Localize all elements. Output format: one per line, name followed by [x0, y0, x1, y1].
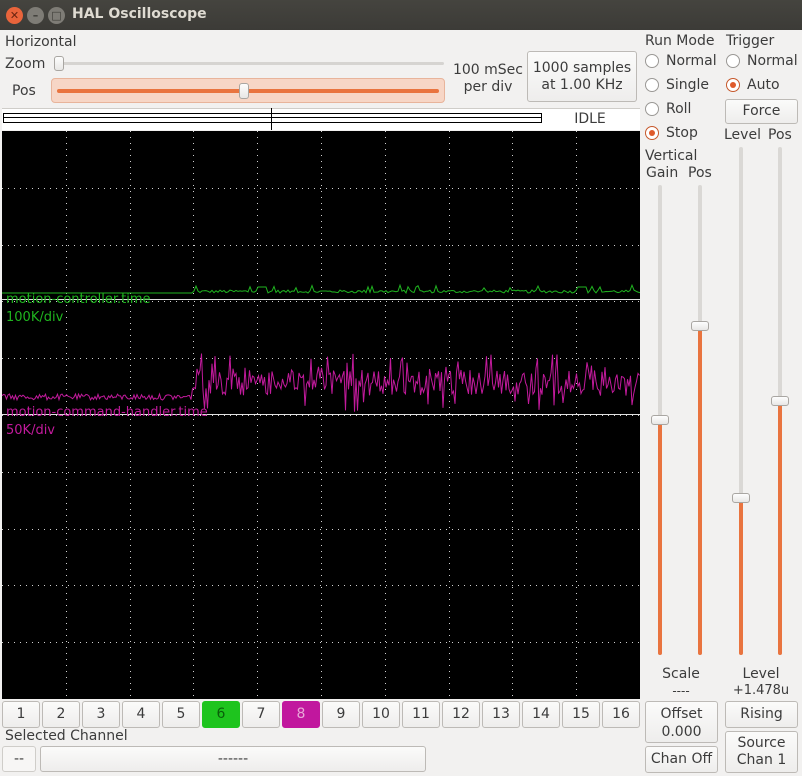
force-button[interactable]: Force	[725, 99, 798, 124]
time-per-div: 100 mSec per div	[448, 62, 528, 96]
run-mode-option-label[interactable]: Stop	[666, 125, 698, 141]
zoom-label: Zoom	[5, 56, 46, 72]
run-mode-option-label[interactable]: Single	[666, 77, 709, 93]
run-mode-radio-roll[interactable]	[645, 102, 659, 116]
channel-button-10[interactable]: 10	[362, 701, 400, 728]
time-per-div-unit: per div	[463, 79, 513, 95]
horizontal-pos-slider[interactable]	[51, 78, 445, 103]
trace-label-controller: motion-controller.time	[6, 292, 151, 307]
gain-slider[interactable]	[651, 185, 669, 655]
channel-button-6[interactable]: 6	[202, 701, 240, 728]
gainFill-level	[658, 420, 662, 655]
record-buffer-line	[3, 117, 542, 118]
vposKnob-handle[interactable]	[691, 321, 709, 331]
trace-label-command-handler: motion-command-handler.time	[6, 405, 208, 420]
channel-button-16[interactable]: 16	[602, 701, 640, 728]
record-buffer	[3, 113, 542, 123]
channel-button-1[interactable]: 1	[2, 701, 40, 728]
gain-label: Gain	[646, 165, 679, 181]
record-cursor	[271, 108, 272, 130]
trace-scale-controller: 100K/div	[6, 310, 64, 325]
time-per-div-value: 100 mSec	[452, 62, 523, 78]
channel-button-8[interactable]: 8	[282, 701, 320, 728]
gainKnob-handle[interactable]	[651, 415, 669, 425]
channel-button-15[interactable]: 15	[562, 701, 600, 728]
vertical-pos-label: Pos	[688, 165, 712, 181]
selected-channel-number: --	[2, 746, 36, 772]
zoom-slider[interactable]	[54, 56, 444, 71]
trigger-source-value: Chan 1	[736, 752, 787, 768]
channel-button-7[interactable]: 7	[242, 701, 280, 728]
channel-button-2[interactable]: 2	[42, 701, 80, 728]
run-mode-label: Run Mode	[645, 33, 715, 49]
offset-label: Offset	[660, 706, 703, 722]
trigger-level-value: +1.478u	[732, 683, 790, 698]
edge-button[interactable]: Rising	[725, 701, 798, 728]
trigger-pos-label: Pos	[768, 127, 792, 143]
trigger-radio-normal[interactable]	[726, 54, 740, 68]
channel-button-4[interactable]: 4	[122, 701, 160, 728]
scope-status: IDLE	[574, 111, 606, 127]
channel-button-12[interactable]: 12	[442, 701, 480, 728]
minimize-icon[interactable]: –	[27, 7, 44, 24]
vertical-pos-slider[interactable]	[691, 185, 709, 655]
trigger-pos-slider[interactable]	[771, 147, 789, 655]
offset-value: 0.000	[661, 724, 702, 740]
selected-channel-button[interactable]: ------	[40, 746, 426, 772]
horizontal-group-label: Horizontal	[5, 34, 77, 50]
run-mode-radio-single[interactable]	[645, 78, 659, 92]
samples-rate: at 1.00 KHz	[541, 77, 623, 93]
vposFill-level	[698, 326, 702, 655]
trigger-option-label[interactable]: Normal	[747, 53, 798, 69]
selected-channel-label: Selected Channel	[5, 728, 128, 744]
samples-count: 1000 samples	[532, 60, 632, 76]
trace-scale-command-handler: 50K/div	[6, 423, 56, 438]
trigger-level-value-label: Level	[742, 666, 780, 682]
samples-button[interactable]: 1000 samples at 1.00 KHz	[527, 51, 637, 102]
close-icon[interactable]: ✕	[6, 7, 23, 24]
run-mode-option-label[interactable]: Normal	[666, 53, 717, 69]
tlevKnob-handle[interactable]	[732, 492, 750, 503]
scope-display[interactable]: motion-controller.time 100K/div motion-c…	[2, 131, 640, 699]
maximize-icon[interactable]: □	[48, 7, 65, 24]
channel-button-9[interactable]: 9	[322, 701, 360, 728]
vertical-label: Vertical	[645, 148, 698, 164]
scale-label: Scale	[662, 666, 700, 682]
channel-button-5[interactable]: 5	[162, 701, 200, 728]
run-mode-radio-stop[interactable]	[645, 126, 659, 140]
trigger-radio-auto[interactable]	[726, 78, 740, 92]
trigger-option-label[interactable]: Auto	[747, 77, 780, 93]
title-bar: ✕ – □ HAL Oscilloscope	[0, 0, 802, 30]
run-mode-option-label[interactable]: Roll	[666, 101, 691, 117]
trace-command-handler	[2, 353, 640, 412]
trigger-source-button[interactable]: Source Chan 1	[725, 731, 798, 773]
channel-button-3[interactable]: 3	[82, 701, 120, 728]
trigger-source-label: Source	[737, 735, 786, 751]
pos-label: Pos	[12, 83, 36, 99]
run-mode-radio-normal[interactable]	[645, 54, 659, 68]
channel-button-14[interactable]: 14	[522, 701, 560, 728]
tposFill-level	[778, 401, 782, 655]
channel-button-13[interactable]: 13	[482, 701, 520, 728]
offset-button[interactable]: Offset 0.000	[645, 701, 718, 743]
zoom-slider-handle[interactable]	[54, 56, 64, 71]
trigger-level-label: Level	[724, 127, 761, 143]
horizontal-pos-handle[interactable]	[239, 83, 250, 99]
channel-button-11[interactable]: 11	[402, 701, 440, 728]
tposKnob-handle[interactable]	[771, 396, 789, 406]
chan-off-button[interactable]: Chan Off	[645, 746, 718, 773]
trigger-level-slider[interactable]	[732, 147, 750, 655]
window-title: HAL Oscilloscope	[72, 6, 207, 22]
tlevFill-level	[739, 497, 743, 655]
trigger-label: Trigger	[726, 33, 775, 49]
scale-value: ----	[672, 684, 690, 698]
record-position-bar[interactable]: IDLE	[2, 108, 640, 130]
